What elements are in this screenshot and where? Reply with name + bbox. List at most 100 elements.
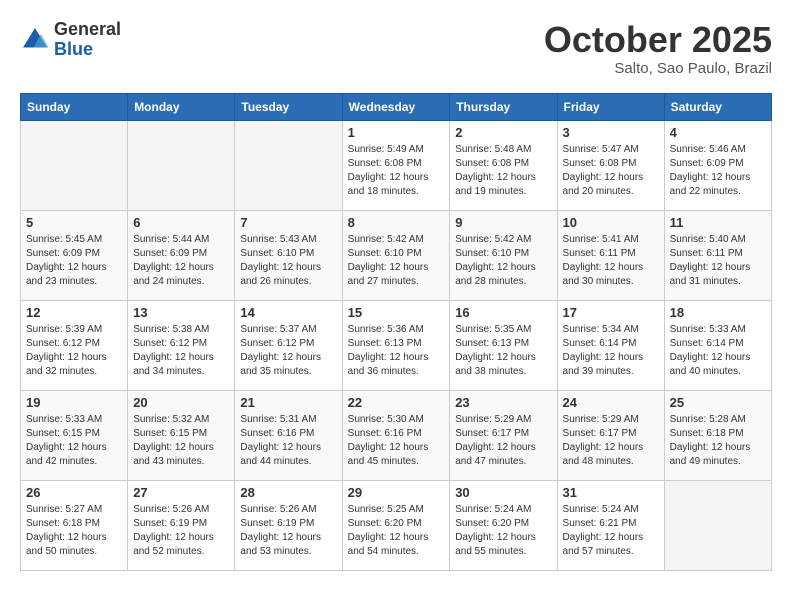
day-info: Sunrise: 5:48 AMSunset: 6:08 PMDaylight:… [455, 143, 551, 199]
day-info: Sunrise: 5:36 AMSunset: 6:13 PMDaylight:… [348, 323, 445, 379]
title-block: October 2025 Salto, Sao Paulo, Brazil [544, 20, 772, 77]
calendar-cell [128, 120, 235, 210]
calendar-cell: 27 Sunrise: 5:26 AMSunset: 6:19 PMDayligh… [128, 480, 235, 570]
day-info: Sunrise: 5:26 AMSunset: 6:19 PMDaylight:… [240, 503, 336, 559]
day-number: 19 [26, 395, 122, 410]
calendar-cell [21, 120, 128, 210]
day-number: 14 [240, 305, 336, 320]
day-number: 3 [563, 125, 659, 140]
day-info: Sunrise: 5:30 AMSunset: 6:16 PMDaylight:… [348, 413, 445, 469]
day-number: 27 [133, 485, 229, 500]
day-info: Sunrise: 5:25 AMSunset: 6:20 PMDaylight:… [348, 503, 445, 559]
calendar-cell: 4Sunrise: 5:46 AMSunset: 6:09 PMDaylight… [664, 120, 771, 210]
week-row-5: 26 Sunrise: 5:27 AMSunset: 6:18 PMDayligh… [21, 480, 772, 570]
calendar-cell: 2 Sunrise: 5:48 AMSunset: 6:08 PMDaylight… [450, 120, 557, 210]
day-info: Sunrise: 5:27 AMSunset: 6:18 PMDaylight:… [26, 503, 122, 559]
calendar-cell: 29Sunrise: 5:25 AMSunset: 6:20 PMDayligh… [342, 480, 450, 570]
weekday-header-thursday: Thursday [450, 93, 557, 120]
day-info: Sunrise: 5:44 AMSunset: 6:09 PMDaylight:… [133, 233, 229, 289]
calendar-cell: 20 Sunrise: 5:32 AMSunset: 6:15 PMDayligh… [128, 390, 235, 480]
day-info: Sunrise: 5:35 AMSunset: 6:13 PMDaylight:… [455, 323, 551, 379]
calendar-cell: 19 Sunrise: 5:33 AMSunset: 6:15 PMDayligh… [21, 390, 128, 480]
day-number: 7 [240, 215, 336, 230]
calendar-cell: 14Sunrise: 5:37 AMSunset: 6:12 PMDayligh… [235, 300, 342, 390]
day-number: 22 [348, 395, 445, 410]
day-number: 28 [240, 485, 336, 500]
week-row-1: 1Sunrise: 5:49 AMSunset: 6:08 PMDaylight… [21, 120, 772, 210]
day-number: 13 [133, 305, 229, 320]
day-info: Sunrise: 5:43 AMSunset: 6:10 PMDaylight:… [240, 233, 336, 289]
day-number: 30 [455, 485, 551, 500]
calendar-cell: 28 Sunrise: 5:26 AMSunset: 6:19 PMDayligh… [235, 480, 342, 570]
day-info: Sunrise: 5:34 AMSunset: 6:14 PMDaylight:… [563, 323, 659, 379]
calendar-cell: 24 Sunrise: 5:29 AMSunset: 6:17 PMDayligh… [557, 390, 664, 480]
day-number: 15 [348, 305, 445, 320]
day-info: Sunrise: 5:47 AMSunset: 6:08 PMDaylight:… [563, 143, 659, 199]
day-info: Sunrise: 5:41 AMSunset: 6:11 PMDaylight:… [563, 233, 659, 289]
day-info: Sunrise: 5:29 AMSunset: 6:17 PMDaylight:… [563, 413, 659, 469]
week-row-2: 5Sunrise: 5:45 AMSunset: 6:09 PMDaylight… [21, 210, 772, 300]
day-number: 11 [670, 215, 766, 230]
calendar-cell: 26 Sunrise: 5:27 AMSunset: 6:18 PMDayligh… [21, 480, 128, 570]
day-number: 24 [563, 395, 659, 410]
calendar-cell: 9Sunrise: 5:42 AMSunset: 6:10 PMDaylight… [450, 210, 557, 300]
day-info: Sunrise: 5:46 AMSunset: 6:09 PMDaylight:… [670, 143, 766, 199]
header: General Blue October 2025 Salto, Sao Pau… [20, 20, 772, 77]
day-info: Sunrise: 5:38 AMSunset: 6:12 PMDaylight:… [133, 323, 229, 379]
day-info: Sunrise: 5:33 AMSunset: 6:15 PMDaylight:… [26, 413, 122, 469]
calendar-cell: 6 Sunrise: 5:44 AMSunset: 6:09 PMDaylight… [128, 210, 235, 300]
day-number: 16 [455, 305, 551, 320]
calendar-cell [664, 480, 771, 570]
weekday-header-friday: Friday [557, 93, 664, 120]
logo-icon [20, 25, 50, 55]
calendar-cell: 13 Sunrise: 5:38 AMSunset: 6:12 PMDayligh… [128, 300, 235, 390]
day-info: Sunrise: 5:40 AMSunset: 6:11 PMDaylight:… [670, 233, 766, 289]
weekday-header-saturday: Saturday [664, 93, 771, 120]
calendar-cell: 23 Sunrise: 5:29 AMSunset: 6:17 PMDayligh… [450, 390, 557, 480]
day-info: Sunrise: 5:32 AMSunset: 6:15 PMDaylight:… [133, 413, 229, 469]
day-number: 21 [240, 395, 336, 410]
day-number: 18 [670, 305, 766, 320]
week-row-3: 12 Sunrise: 5:39 AMSunset: 6:12 PMDayligh… [21, 300, 772, 390]
calendar-cell: 5Sunrise: 5:45 AMSunset: 6:09 PMDaylight… [21, 210, 128, 300]
day-info: Sunrise: 5:49 AMSunset: 6:08 PMDaylight:… [348, 143, 445, 199]
day-number: 2 [455, 125, 551, 140]
month-title: October 2025 [544, 20, 772, 60]
day-info: Sunrise: 5:28 AMSunset: 6:18 PMDaylight:… [670, 413, 766, 469]
calendar-cell: 22 Sunrise: 5:30 AMSunset: 6:16 PMDayligh… [342, 390, 450, 480]
day-info: Sunrise: 5:26 AMSunset: 6:19 PMDaylight:… [133, 503, 229, 559]
calendar-cell: 21 Sunrise: 5:31 AMSunset: 6:16 PMDayligh… [235, 390, 342, 480]
day-info: Sunrise: 5:24 AMSunset: 6:21 PMDaylight:… [563, 503, 659, 559]
day-number: 25 [670, 395, 766, 410]
day-info: Sunrise: 5:29 AMSunset: 6:17 PMDaylight:… [455, 413, 551, 469]
calendar-cell: 11 Sunrise: 5:40 AMSunset: 6:11 PMDayligh… [664, 210, 771, 300]
day-info: Sunrise: 5:42 AMSunset: 6:10 PMDaylight:… [348, 233, 445, 289]
day-number: 26 [26, 485, 122, 500]
calendar-cell: 8Sunrise: 5:42 AMSunset: 6:10 PMDaylight… [342, 210, 450, 300]
day-info: Sunrise: 5:39 AMSunset: 6:12 PMDaylight:… [26, 323, 122, 379]
day-number: 6 [133, 215, 229, 230]
weekday-header-sunday: Sunday [21, 93, 128, 120]
logo-general-text: General [54, 20, 121, 40]
calendar-cell: 12 Sunrise: 5:39 AMSunset: 6:12 PMDayligh… [21, 300, 128, 390]
weekday-header-tuesday: Tuesday [235, 93, 342, 120]
day-info: Sunrise: 5:31 AMSunset: 6:16 PMDaylight:… [240, 413, 336, 469]
weekday-header-monday: Monday [128, 93, 235, 120]
calendar-cell: 7 Sunrise: 5:43 AMSunset: 6:10 PMDaylight… [235, 210, 342, 300]
logo: General Blue [20, 20, 121, 60]
day-info: Sunrise: 5:42 AMSunset: 6:10 PMDaylight:… [455, 233, 551, 289]
day-number: 10 [563, 215, 659, 230]
calendar-cell: 17Sunrise: 5:34 AMSunset: 6:14 PMDayligh… [557, 300, 664, 390]
day-info: Sunrise: 5:33 AMSunset: 6:14 PMDaylight:… [670, 323, 766, 379]
location-subtitle: Salto, Sao Paulo, Brazil [544, 60, 772, 77]
week-row-4: 19 Sunrise: 5:33 AMSunset: 6:15 PMDayligh… [21, 390, 772, 480]
day-number: 23 [455, 395, 551, 410]
calendar-cell: 16 Sunrise: 5:35 AMSunset: 6:13 PMDayligh… [450, 300, 557, 390]
day-number: 20 [133, 395, 229, 410]
day-number: 5 [26, 215, 122, 230]
calendar-cell: 1Sunrise: 5:49 AMSunset: 6:08 PMDaylight… [342, 120, 450, 210]
day-number: 12 [26, 305, 122, 320]
weekday-header-row: SundayMondayTuesdayWednesdayThursdayFrid… [21, 93, 772, 120]
logo-blue-text: Blue [54, 40, 121, 60]
day-number: 31 [563, 485, 659, 500]
